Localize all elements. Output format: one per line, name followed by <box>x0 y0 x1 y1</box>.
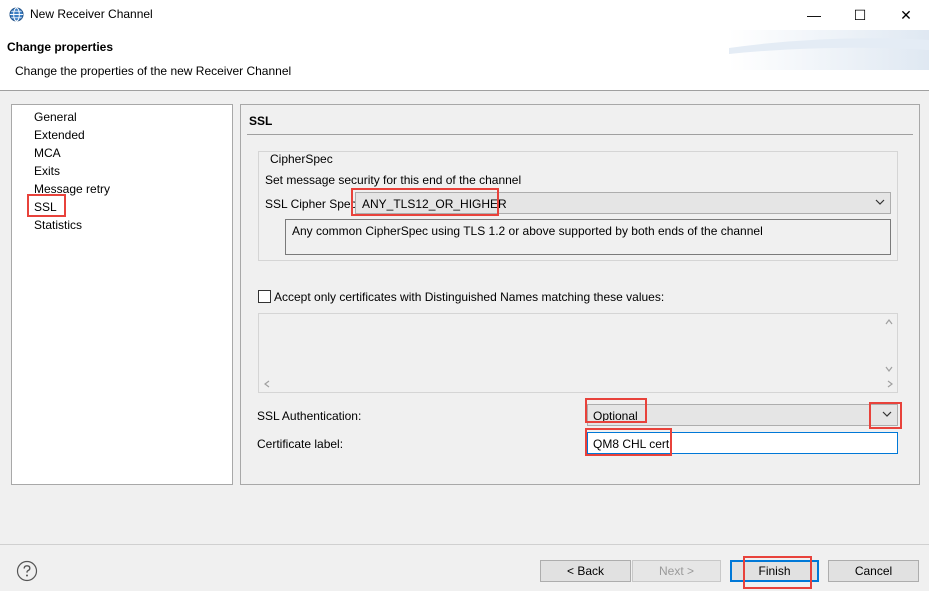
chevron-down-icon <box>874 195 886 212</box>
window-title: New Receiver Channel <box>30 7 153 21</box>
cert-label-caption: Certificate label: <box>257 437 344 451</box>
cert-label-value: QM8 CHL cert <box>593 437 670 451</box>
nav-item-label: Message retry <box>34 182 111 196</box>
cipher-spec-value: ANY_TLS12_OR_HIGHER <box>362 197 507 211</box>
help-button[interactable] <box>16 560 38 582</box>
chevron-down-icon <box>881 407 893 424</box>
globe-icon <box>9 7 24 22</box>
close-icon: ✕ <box>900 7 912 23</box>
wizard-header: Change properties Change the properties … <box>0 30 929 90</box>
dn-filter-checkbox[interactable] <box>258 290 271 303</box>
ssl-auth-dropdown[interactable]: Optional <box>587 404 898 426</box>
minimize-button[interactable]: — <box>791 0 837 30</box>
nav-item-label: General <box>34 110 77 124</box>
cipherspec-instruction: Set message security for this end of the… <box>265 173 522 187</box>
scroll-right-icon[interactable] <box>885 379 895 389</box>
minimize-icon: — <box>807 7 821 23</box>
nav-item-label: SSL <box>34 200 57 214</box>
nav-item-exits[interactable]: Exits <box>34 164 60 178</box>
nav-item-label: Exits <box>34 164 61 178</box>
finish-button[interactable]: Finish <box>730 560 819 582</box>
cipher-description-box: Any common CipherSpec using TLS 1.2 or a… <box>285 219 891 255</box>
cipher-spec-dropdown[interactable]: ANY_TLS12_OR_HIGHER <box>355 192 891 214</box>
header-banner-graphic <box>729 30 929 70</box>
back-button[interactable]: < Back <box>540 560 631 582</box>
maximize-button[interactable]: ☐ <box>837 0 883 30</box>
nav-item-general[interactable]: General <box>34 110 77 124</box>
page-description: Change the properties of the new Receive… <box>15 64 292 78</box>
section-title: SSL <box>249 114 273 128</box>
nav-item-label: Extended <box>34 128 85 142</box>
nav-item-label: MCA <box>34 146 61 160</box>
nav-item-label: Statistics <box>34 218 83 232</box>
maximize-icon: ☐ <box>853 7 867 23</box>
horizontal-scrollbar[interactable] <box>259 376 893 392</box>
nav-item-extended[interactable]: Extended <box>34 128 85 142</box>
dn-values-textarea[interactable] <box>258 313 898 393</box>
nav-item-statistics[interactable]: Statistics <box>34 218 82 232</box>
nav-item-mca[interactable]: MCA <box>34 146 61 160</box>
scroll-up-icon[interactable] <box>884 317 894 327</box>
property-page-list: General Extended MCA Exits Message retry… <box>11 104 233 485</box>
section-divider <box>247 134 913 135</box>
scroll-down-icon[interactable] <box>884 364 894 374</box>
ssl-auth-value: Optional <box>593 409 638 423</box>
vertical-scrollbar[interactable] <box>881 314 897 376</box>
next-button-label: Next > <box>658 564 694 578</box>
back-button-label: < Back <box>566 564 605 578</box>
finish-button-label: Finish <box>758 564 791 578</box>
help-icon <box>16 560 38 582</box>
ssl-auth-label: SSL Authentication: <box>257 409 362 423</box>
cipherspec-group-legend: CipherSpec <box>267 152 336 166</box>
cipher-description-text: Any common CipherSpec using TLS 1.2 or a… <box>292 224 763 238</box>
nav-item-ssl[interactable]: SSL <box>34 200 57 214</box>
footer-separator <box>0 544 929 545</box>
page-title: Change properties <box>7 40 114 54</box>
scroll-left-icon[interactable] <box>262 379 272 389</box>
cancel-button-label: Cancel <box>854 564 893 578</box>
close-button[interactable]: ✕ <box>883 0 929 30</box>
cipher-spec-label: SSL Cipher Spec: <box>265 197 360 211</box>
cancel-button[interactable]: Cancel <box>828 560 919 582</box>
next-button[interactable]: Next > <box>632 560 721 582</box>
title-bar: New Receiver Channel — ☐ ✕ <box>0 0 929 30</box>
dn-filter-label: Accept only certificates with Distinguis… <box>274 290 665 304</box>
cert-label-input[interactable]: QM8 CHL cert <box>587 432 898 454</box>
nav-item-message-retry[interactable]: Message retry <box>34 182 110 196</box>
header-separator <box>0 90 929 91</box>
ssl-properties-panel: SSL CipherSpec Set message security for … <box>240 104 920 485</box>
